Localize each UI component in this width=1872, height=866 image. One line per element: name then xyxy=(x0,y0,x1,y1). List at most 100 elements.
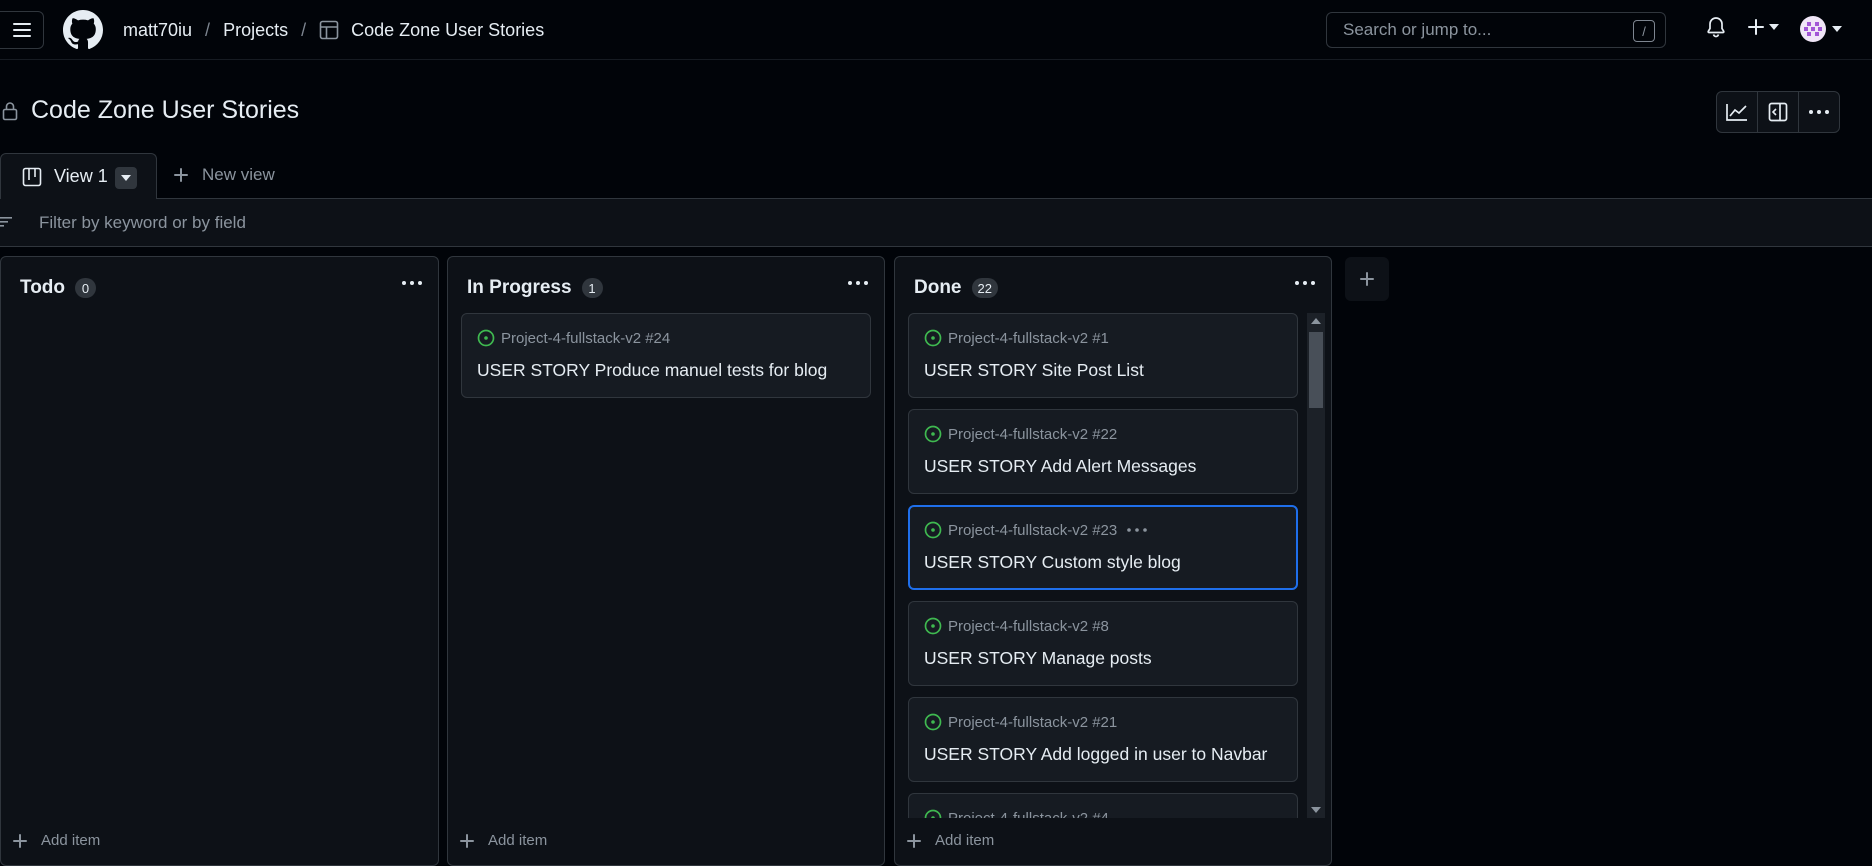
column-title: Todo xyxy=(20,277,66,298)
issue-opened-icon xyxy=(924,425,942,443)
plus-icon xyxy=(1360,272,1374,286)
filter-bar[interactable]: Filter by keyword or by field xyxy=(0,199,1872,247)
add-item-button[interactable]: Add item xyxy=(907,832,994,849)
add-item-button[interactable]: Add item xyxy=(460,832,547,849)
column-header: In Progress 1 xyxy=(467,277,603,299)
plus-icon xyxy=(460,833,474,848)
column-header: Done 22 xyxy=(914,277,998,299)
column-count-badge: 22 xyxy=(971,278,998,298)
card-meta: Project-4-fullstack-v2 #8 xyxy=(924,617,1109,635)
kebab-horizontal-icon[interactable] xyxy=(402,281,422,285)
scroll-up-arrow-icon[interactable] xyxy=(1311,318,1321,324)
menu-button[interactable] xyxy=(0,11,44,49)
sidebar-icon xyxy=(1768,102,1788,122)
column-title: Done xyxy=(914,277,962,298)
create-new-button[interactable] xyxy=(1748,19,1779,35)
tab-view-1[interactable]: View 1 xyxy=(0,153,157,200)
card-meta: Project-4-fullstack-v2 #21 xyxy=(924,713,1117,731)
filter-input[interactable]: Filter by keyword or by field xyxy=(39,213,246,233)
column-title: In Progress xyxy=(467,277,572,298)
tab-label: View 1 xyxy=(54,166,108,186)
board-icon xyxy=(22,167,42,186)
insights-button[interactable] xyxy=(1717,92,1758,132)
issue-opened-icon xyxy=(924,521,942,539)
breadcrumb-separator: / xyxy=(205,19,211,40)
column-done: Done 22 Project-4-fullstack-v2 #1 USER S… xyxy=(894,256,1332,866)
add-item-button[interactable]: Add item xyxy=(13,832,100,849)
card-title[interactable]: USER STORY Manage posts xyxy=(924,648,1152,669)
card-ref[interactable]: Project-4-fullstack-v2 #21 xyxy=(948,714,1117,731)
caret-down-icon xyxy=(1832,26,1842,32)
card-meta: Project-4-fullstack-v2 #24 xyxy=(477,329,670,347)
add-column-button[interactable] xyxy=(1345,257,1389,301)
card-ref[interactable]: Project-4-fullstack-v2 #1 xyxy=(948,330,1109,347)
card-meta: Project-4-fullstack-v2 #1 xyxy=(924,329,1109,347)
card-title[interactable]: USER STORY Add logged in user to Navbar xyxy=(924,744,1267,765)
column-scrollbar[interactable] xyxy=(1307,313,1325,818)
graph-icon xyxy=(1726,104,1747,121)
project-actions xyxy=(1716,91,1840,133)
caret-down-icon xyxy=(121,175,131,181)
add-item-label: Add item xyxy=(935,832,995,849)
github-logo-icon[interactable] xyxy=(63,10,103,50)
search-placeholder: Search or jump to... xyxy=(1343,20,1492,39)
card-title[interactable]: USER STORY Site Post List xyxy=(924,360,1144,381)
kebab-horizontal-icon[interactable] xyxy=(1295,281,1315,285)
card-title[interactable]: USER STORY Add Alert Messages xyxy=(924,456,1196,477)
add-item-label: Add item xyxy=(488,832,548,849)
new-view-label: New view xyxy=(202,165,275,184)
scroll-down-arrow-icon[interactable] xyxy=(1311,807,1321,813)
issue-card[interactable]: Project-4-fullstack-v2 #4 xyxy=(908,793,1298,818)
breadcrumb: matt70iu / Projects / Code Zone User Sto… xyxy=(123,17,544,43)
kebab-horizontal-icon[interactable] xyxy=(1127,528,1148,532)
plus-icon xyxy=(1748,19,1764,35)
filter-icon xyxy=(0,217,12,227)
view-options-button[interactable] xyxy=(115,167,137,189)
issue-opened-icon xyxy=(924,617,942,635)
card-meta: Project-4-fullstack-v2 #22 xyxy=(924,425,1117,443)
breadcrumb-owner[interactable]: matt70iu xyxy=(123,20,192,41)
card-ref[interactable]: Project-4-fullstack-v2 #23 xyxy=(948,522,1117,539)
issue-card[interactable]: Project-4-fullstack-v2 #1 USER STORY Sit… xyxy=(908,313,1298,398)
user-menu-button[interactable] xyxy=(1800,16,1842,42)
card-list: Project-4-fullstack-v2 #24 USER STORY Pr… xyxy=(461,313,871,409)
hamburger-icon xyxy=(12,23,31,37)
scrollbar-thumb[interactable] xyxy=(1309,332,1323,408)
card-ref[interactable]: Project-4-fullstack-v2 #8 xyxy=(948,618,1109,635)
column-count-badge: 1 xyxy=(581,278,603,298)
search-input[interactable]: Search or jump to... / xyxy=(1326,12,1666,48)
column-count-badge: 0 xyxy=(75,278,97,298)
global-header: matt70iu / Projects / Code Zone User Sto… xyxy=(0,0,1872,60)
side-panel-button[interactable] xyxy=(1758,92,1799,132)
avatar xyxy=(1800,16,1826,42)
issue-opened-icon xyxy=(924,713,942,731)
search-shortcut-badge: / xyxy=(1633,20,1655,42)
column-header: Todo 0 xyxy=(20,277,97,299)
issue-card[interactable]: Project-4-fullstack-v2 #22 USER STORY Ad… xyxy=(908,409,1298,494)
card-ref[interactable]: Project-4-fullstack-v2 #4 xyxy=(948,810,1109,819)
issue-card[interactable]: Project-4-fullstack-v2 #24 USER STORY Pr… xyxy=(461,313,871,398)
breadcrumb-separator: / xyxy=(301,19,307,40)
issue-card-selected[interactable]: Project-4-fullstack-v2 #23 USER STORY Cu… xyxy=(908,505,1298,590)
more-options-button[interactable] xyxy=(1799,92,1839,132)
card-title[interactable]: USER STORY Custom style blog xyxy=(924,552,1181,573)
card-title[interactable]: USER STORY Produce manuel tests for blog xyxy=(477,360,827,381)
issue-opened-icon xyxy=(477,329,495,347)
notifications-button[interactable] xyxy=(1706,16,1726,38)
issue-card[interactable]: Project-4-fullstack-v2 #8 USER STORY Man… xyxy=(908,601,1298,686)
plus-icon xyxy=(174,168,188,182)
kebab-horizontal-icon xyxy=(1809,110,1829,114)
breadcrumb-projects[interactable]: Projects xyxy=(223,20,288,41)
caret-down-icon xyxy=(1769,24,1779,30)
new-view-button[interactable]: New view xyxy=(174,165,275,185)
issue-card[interactable]: Project-4-fullstack-v2 #21 USER STORY Ad… xyxy=(908,697,1298,782)
add-item-label: Add item xyxy=(41,832,101,849)
page-title: Code Zone User Stories xyxy=(31,96,300,124)
breadcrumb-project[interactable]: Code Zone User Stories xyxy=(351,20,544,41)
plus-icon xyxy=(13,833,27,848)
card-ref[interactable]: Project-4-fullstack-v2 #24 xyxy=(501,330,670,347)
card-ref[interactable]: Project-4-fullstack-v2 #22 xyxy=(948,426,1117,443)
card-meta: Project-4-fullstack-v2 #4 xyxy=(924,809,1109,818)
kebab-horizontal-icon[interactable] xyxy=(848,281,868,285)
column-in-progress: In Progress 1 Project-4-fullstack-v2 #24… xyxy=(447,256,885,866)
